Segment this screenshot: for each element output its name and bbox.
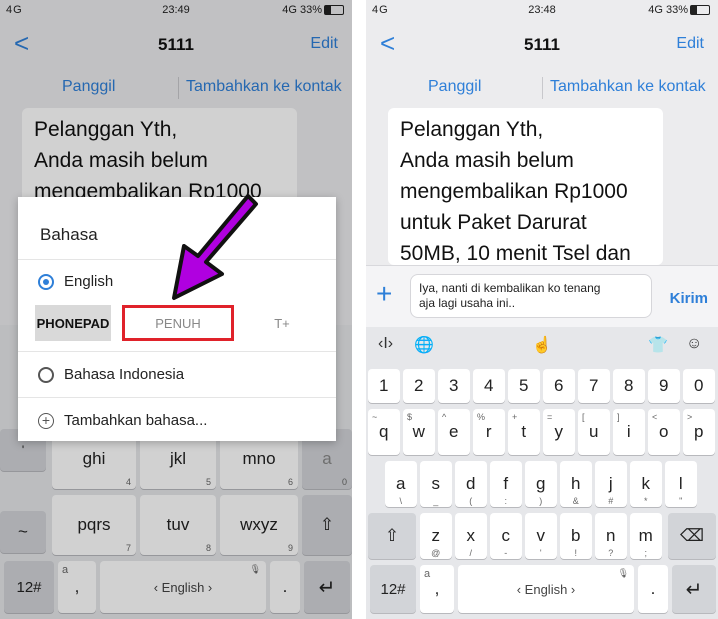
add-contact-button[interactable]: Tambahkan ke kontak bbox=[550, 78, 706, 96]
keyboard: 1 2 3 4 5 6 7 8 9 0 q ~ w $ e ^ r% t + y = u[i] o < p > a \ s _ d(f: g)… bbox=[366, 363, 718, 619]
shift-key[interactable]: ⇧ bbox=[368, 513, 416, 559]
dialog-title: Bahasa bbox=[40, 225, 98, 244]
key-a[interactable]: a \ bbox=[385, 461, 417, 507]
key-i[interactable]: i] bbox=[613, 409, 645, 455]
tab-penuh[interactable]: PENUH bbox=[122, 305, 234, 341]
call-button[interactable]: Panggil bbox=[428, 78, 481, 96]
key-m[interactable]: m; bbox=[630, 513, 662, 559]
battery-icon bbox=[690, 5, 710, 16]
key-d[interactable]: d( bbox=[455, 461, 487, 507]
backspace-key[interactable]: ⌫ bbox=[668, 513, 716, 559]
cursor-icon[interactable]: ‹I› bbox=[378, 335, 393, 353]
enter-key[interactable]: ↵ bbox=[672, 565, 716, 613]
comma-key[interactable]: a, bbox=[420, 565, 454, 613]
add-circle-icon: + bbox=[38, 413, 54, 429]
radio-bahasa-indonesia[interactable] bbox=[38, 367, 54, 383]
key-number-3[interactable]: 3 bbox=[438, 369, 470, 403]
key-number-8[interactable]: 8 bbox=[613, 369, 645, 403]
key-number-0[interactable]: 0 bbox=[683, 369, 715, 403]
key-w[interactable]: w $ bbox=[403, 409, 435, 455]
send-button[interactable]: Kirim bbox=[670, 290, 708, 307]
message-line: Pelanggan Yth, bbox=[400, 118, 544, 141]
key-p[interactable]: p > bbox=[683, 409, 715, 455]
period-key[interactable]: . bbox=[638, 565, 668, 613]
pointer-arrow-icon bbox=[172, 194, 258, 300]
key-v[interactable]: v ' bbox=[525, 513, 557, 559]
gesture-icon[interactable]: ☝ bbox=[532, 335, 552, 355]
tab-phonepad[interactable]: PHONEPAD bbox=[35, 305, 111, 341]
space-key[interactable]: ‹ English › 🎙 bbox=[458, 565, 634, 613]
message-line: 50MB, 10 menit Tsel dan bbox=[400, 242, 631, 265]
numbers-key[interactable]: 12# bbox=[370, 565, 416, 613]
key-o[interactable]: o < bbox=[648, 409, 680, 455]
key-g[interactable]: g) bbox=[525, 461, 557, 507]
key-h[interactable]: h & bbox=[560, 461, 592, 507]
key-f[interactable]: f: bbox=[490, 461, 522, 507]
key-y[interactable]: y = bbox=[543, 409, 575, 455]
option-indonesia-label[interactable]: Bahasa Indonesia bbox=[64, 366, 184, 383]
key-c[interactable]: c- bbox=[490, 513, 522, 559]
key-x[interactable]: x / bbox=[455, 513, 487, 559]
key-l[interactable]: l " bbox=[665, 461, 697, 507]
message-bubble: Pelanggan Yth, Anda masih belum mengemba… bbox=[388, 108, 663, 265]
key-s[interactable]: s _ bbox=[420, 461, 452, 507]
tab-tplus[interactable]: T+ bbox=[254, 305, 310, 341]
divider bbox=[542, 77, 543, 99]
divider bbox=[18, 397, 336, 398]
battery-status: 4G 33% bbox=[648, 4, 710, 16]
conversation-title: 5111 bbox=[524, 35, 560, 54]
message-composer: + Iya, nanti di kembalikan ko tenang aja… bbox=[366, 265, 718, 328]
key-e[interactable]: e ^ bbox=[438, 409, 470, 455]
key-u[interactable]: u[ bbox=[578, 409, 610, 455]
globe-icon[interactable]: 🌐 bbox=[414, 335, 434, 355]
divider bbox=[18, 351, 336, 352]
key-q[interactable]: q ~ bbox=[368, 409, 400, 455]
key-number-5[interactable]: 5 bbox=[508, 369, 540, 403]
key-number-6[interactable]: 6 bbox=[543, 369, 575, 403]
message-line: untuk Paket Darurat bbox=[400, 211, 587, 234]
key-number-4[interactable]: 4 bbox=[473, 369, 505, 403]
key-number-2[interactable]: 2 bbox=[403, 369, 435, 403]
key-n[interactable]: n? bbox=[595, 513, 627, 559]
theme-shirt-icon[interactable]: 👕 bbox=[648, 335, 668, 355]
key-number-7[interactable]: 7 bbox=[578, 369, 610, 403]
add-language-label[interactable]: Tambahkan bahasa... bbox=[64, 412, 207, 429]
message-input-line: Iya, nanti di kembalikan ko tenang bbox=[419, 281, 601, 295]
key-r[interactable]: r% bbox=[473, 409, 505, 455]
key-number-9[interactable]: 9 bbox=[648, 369, 680, 403]
option-english-label[interactable]: English bbox=[64, 273, 113, 290]
status-bar: 4G 23:48 4G 33% bbox=[366, 0, 718, 22]
key-k[interactable]: k * bbox=[630, 461, 662, 507]
message-line: mengembalikan Rp1000 bbox=[400, 180, 628, 203]
radio-english[interactable] bbox=[38, 274, 54, 290]
nav-bar: < 5111 Edit bbox=[366, 22, 718, 66]
message-input-line: aja lagi usaha ini.. bbox=[419, 296, 516, 310]
screenshot-right: 4G 23:48 4G 33% < 5111 Edit Panggil Tamb… bbox=[366, 0, 718, 619]
message-line: Anda masih belum bbox=[400, 149, 574, 172]
edit-button[interactable]: Edit bbox=[676, 35, 704, 53]
key-z[interactable]: z @ bbox=[420, 513, 452, 559]
microphone-icon: 🎙 bbox=[617, 568, 629, 578]
screenshot-left: 4G 23:49 4G 33% < 5111 Edit Panggil Tamb… bbox=[0, 0, 352, 619]
key-b[interactable]: b! bbox=[560, 513, 592, 559]
key-j[interactable]: j # bbox=[595, 461, 627, 507]
message-input[interactable]: Iya, nanti di kembalikan ko tenang aja l… bbox=[410, 274, 652, 318]
key-number-1[interactable]: 1 bbox=[368, 369, 400, 403]
attach-plus-icon[interactable]: + bbox=[376, 280, 392, 308]
key-t[interactable]: t + bbox=[508, 409, 540, 455]
emoji-icon[interactable]: ☺ bbox=[686, 335, 702, 353]
contact-actions: Panggil Tambahkan ke kontak bbox=[366, 66, 718, 110]
keyboard-toolbar: ‹I› 🌐 ☝ 👕 ☺ bbox=[366, 327, 718, 363]
